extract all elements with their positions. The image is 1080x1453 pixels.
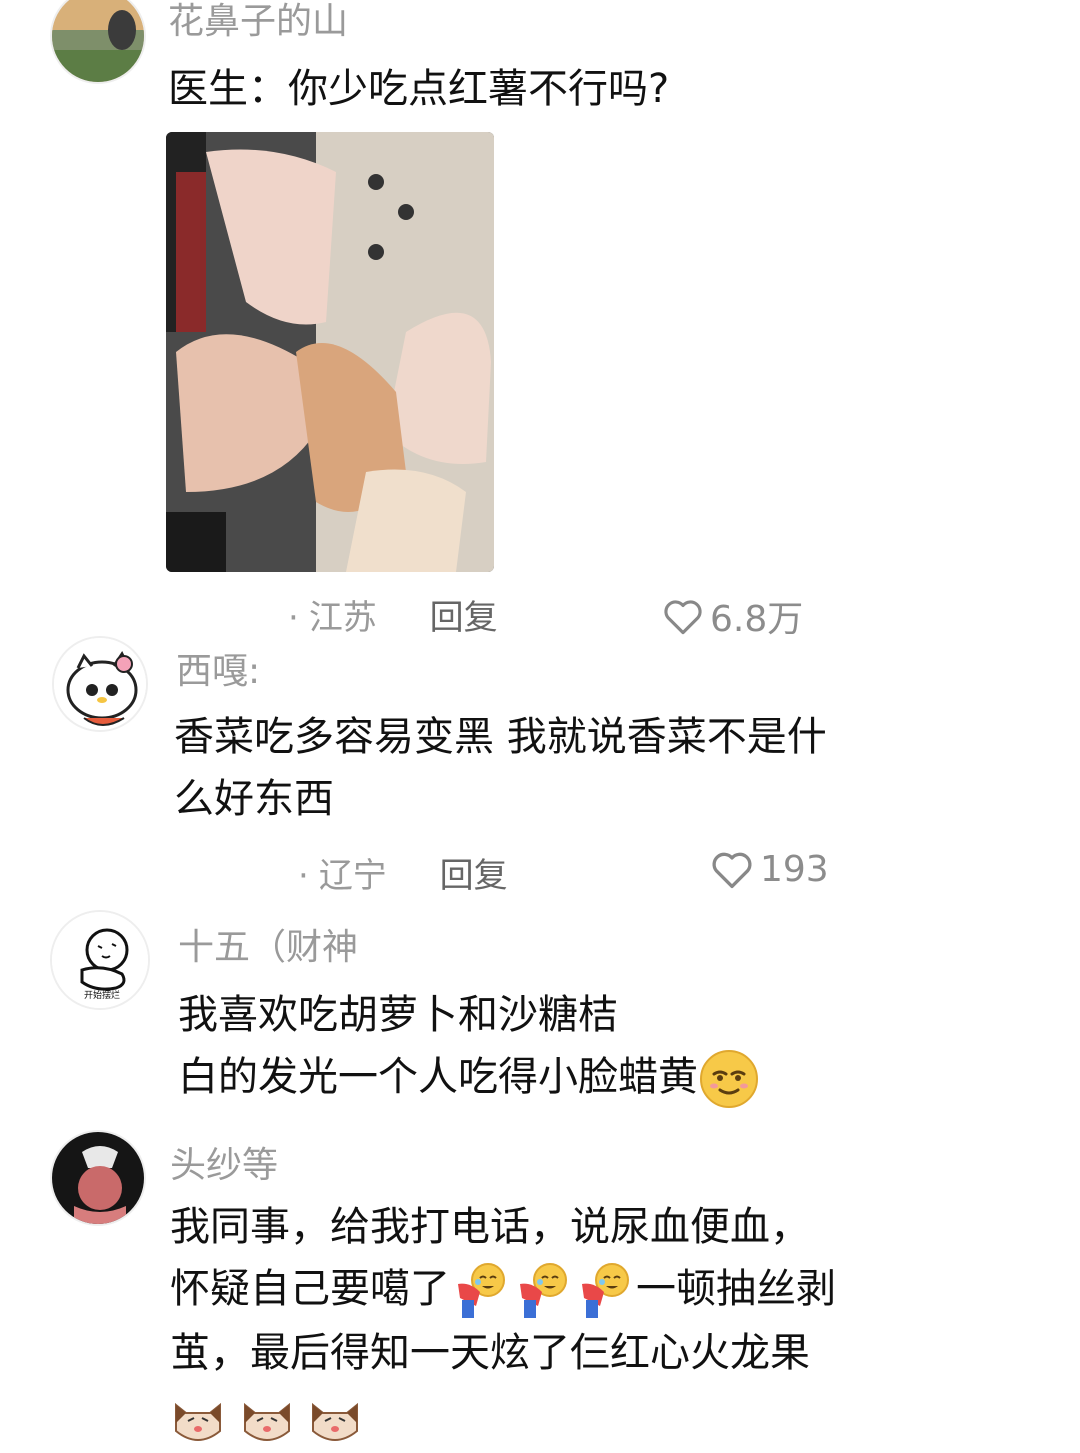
comment-meta: · 辽宁 回复 xyxy=(298,848,508,897)
comment-text-line: 我同事，给我打电话，说尿血便血， xyxy=(170,1204,810,1250)
reply-button[interactable]: 回复 xyxy=(440,856,508,896)
avatar[interactable] xyxy=(50,0,146,84)
separator-dot: · xyxy=(288,598,299,638)
username[interactable]: 十五（财神 xyxy=(178,918,358,970)
comment-text-line: 香菜吃多容易变黑 我就说香菜不是什 xyxy=(174,714,827,760)
comment-text-line: 怀疑自己要噶了 一顿抽丝剥 xyxy=(170,1258,836,1322)
username[interactable]: 头纱等 xyxy=(170,1136,278,1188)
comment-text-line: 医生：你少吃点红薯不行吗? xyxy=(168,66,670,112)
comment-text-line: 我喜欢吃胡萝卜和沙糖桔 xyxy=(178,992,618,1038)
separator-dot: · xyxy=(298,856,309,896)
username[interactable]: 花鼻子的山 xyxy=(168,0,348,44)
comment-text-segment: 怀疑自己要噶了 xyxy=(170,1266,450,1312)
like-count: 193 xyxy=(760,848,829,890)
like-count: 6.8万 xyxy=(710,599,804,640)
avatar[interactable]: 开始摆烂 xyxy=(50,910,150,1010)
reply-button[interactable]: 回复 xyxy=(430,598,498,638)
comment-text-segment: 白的发光一个人吃得小脸蜡黄 xyxy=(178,1054,698,1100)
cat-face-emoji-icon xyxy=(175,1402,221,1441)
comment-text: 我喜欢吃胡萝卜和沙糖桔 白的发光一个人吃得小脸蜡黄 xyxy=(178,984,760,1110)
cat-face-emoji-icon xyxy=(312,1402,359,1441)
comment-text: 医生：你少吃点红薯不行吗? xyxy=(168,58,669,120)
smirk-emoji-icon xyxy=(700,1050,758,1108)
comment-text: 香菜吃多容易变黑 我就说香菜不是什 么好东西 xyxy=(174,706,827,830)
username[interactable]: 西嘎: xyxy=(176,642,260,694)
comment-text-line: 么好东西 xyxy=(174,776,334,822)
location: 江苏 xyxy=(308,598,377,638)
laugh-cry-bowing-emoji-icon xyxy=(582,1263,629,1318)
comment-text-line: 茧，最后得知一天炫了仨红心火龙果 xyxy=(170,1330,810,1376)
laugh-cry-bowing-emoji-icon xyxy=(520,1263,567,1318)
like-button[interactable]: 193 xyxy=(710,848,829,890)
heart-outline-icon xyxy=(712,852,752,889)
comment-text-line: 白的发光一个人吃得小脸蜡黄 xyxy=(178,1046,760,1110)
avatar[interactable] xyxy=(52,636,148,732)
cat-face-emoji-icon xyxy=(243,1402,290,1441)
comment-image[interactable] xyxy=(166,132,494,572)
heart-outline-icon xyxy=(664,600,702,635)
comment-text: 我同事，给我打电话，说尿血便血， 怀疑自己要噶了 一顿抽丝剥 茧，最后得知一天炫了… xyxy=(170,1196,836,1448)
laugh-cry-bowing-emoji-icon xyxy=(458,1263,505,1318)
comment-meta: · 江苏 回复 xyxy=(288,590,498,639)
avatar-caption: 开始摆烂 xyxy=(84,989,120,1001)
avatar[interactable] xyxy=(50,1130,146,1226)
location: 辽宁 xyxy=(318,856,387,896)
comment-text-line xyxy=(170,1386,836,1448)
like-button[interactable]: 6.8万 xyxy=(662,590,803,642)
comment-text-segment: 一顿抽丝剥 xyxy=(636,1266,836,1312)
